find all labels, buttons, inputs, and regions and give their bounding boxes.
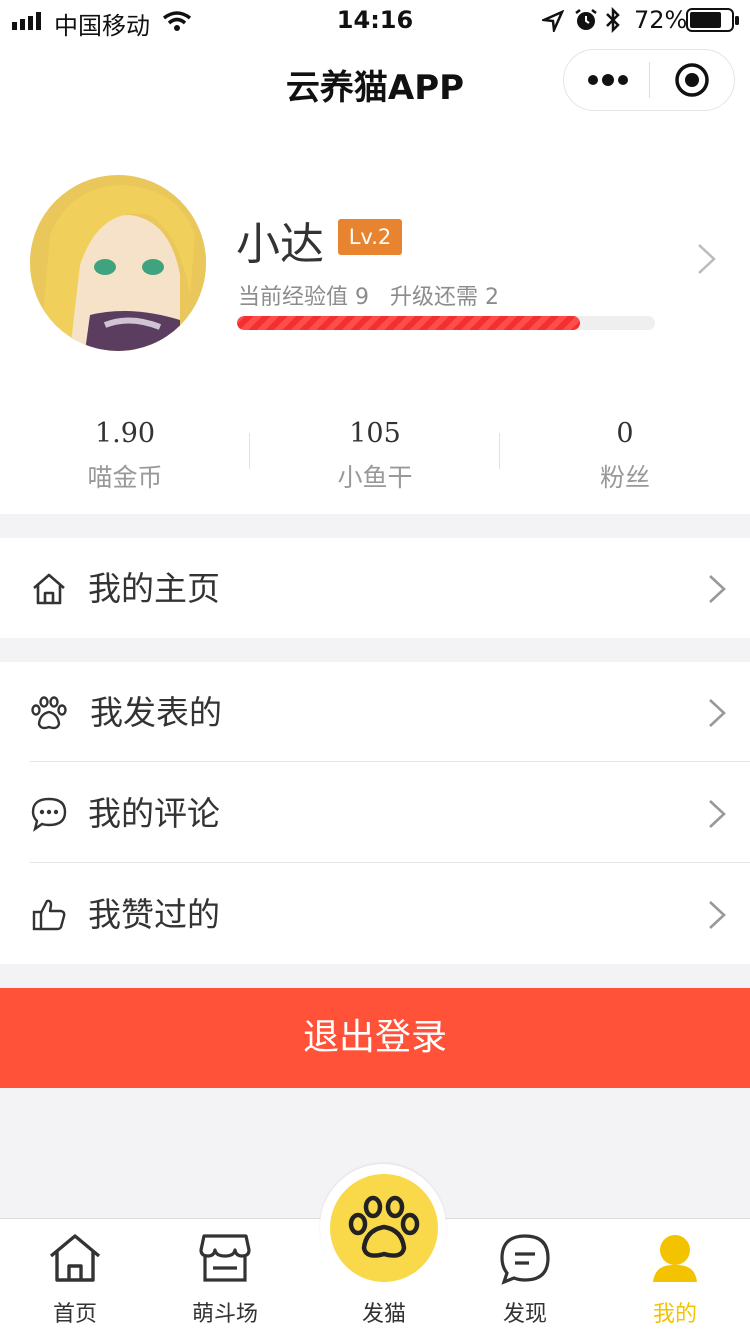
home-icon <box>49 1234 101 1282</box>
tab-post-cat-label: 发猫 <box>361 1302 406 1327</box>
chat-bubble-icon <box>31 797 67 832</box>
stat-fish-value: 105 <box>349 418 401 449</box>
thumbs-up-icon <box>32 899 66 931</box>
user-icon <box>653 1235 697 1282</box>
close-target-icon[interactable] <box>674 62 710 98</box>
home-icon <box>33 573 65 605</box>
menu-item-my-homepage[interactable]: 我的主页 <box>0 538 750 638</box>
chevron-right-icon <box>709 901 726 929</box>
capsule-divider <box>649 62 650 98</box>
level-badge: Lv.2 <box>338 219 402 255</box>
paw-icon <box>31 696 67 730</box>
tab-discover-label: 发现 <box>502 1302 547 1327</box>
chevron-right-icon <box>709 699 726 727</box>
stat-fish-label: 小鱼干 <box>337 463 413 492</box>
bluetooth-icon <box>606 6 620 34</box>
experience-progress-fill <box>237 316 580 330</box>
menu-item-my-posts[interactable]: 我发表的 <box>0 662 750 762</box>
stat-coins-value: 1.90 <box>94 418 156 449</box>
tab-arena-label: 萌斗场 <box>191 1302 258 1327</box>
logout-button[interactable]: 退出登录 <box>0 988 750 1088</box>
chevron-right-icon <box>709 800 726 828</box>
chevron-right-icon <box>709 575 726 603</box>
battery-percent: 72% <box>634 6 688 34</box>
alarm-icon <box>575 9 597 30</box>
menu-divider <box>30 862 750 863</box>
stat-fans-value: 0 <box>616 418 634 449</box>
experience-progress-bar <box>237 316 655 330</box>
menu-divider <box>30 761 750 762</box>
stat-fans-label: 粉丝 <box>599 463 650 492</box>
store-icon <box>199 1234 251 1282</box>
more-menu-icon[interactable] <box>586 70 630 90</box>
experience-text: 当前经验值 9 升级还需 2 <box>238 285 499 310</box>
paw-icon <box>348 1195 420 1258</box>
menu-label: 我赞过的 <box>88 895 220 934</box>
avatar[interactable] <box>30 175 206 351</box>
tab-mine-label: 我的 <box>652 1302 697 1327</box>
chevron-right-icon[interactable] <box>696 242 718 276</box>
battery-icon <box>686 8 739 32</box>
stat-coins-label: 喵金币 <box>87 463 163 492</box>
menu-item-my-comments[interactable]: 我的评论 <box>0 763 750 863</box>
menu-label: 我的主页 <box>88 569 220 608</box>
post-cat-button[interactable] <box>330 1174 438 1282</box>
tab-home-label: 首页 <box>52 1302 97 1327</box>
username: 小达 <box>236 219 324 270</box>
menu-label: 我发表的 <box>90 693 222 732</box>
location-arrow-icon <box>542 10 564 32</box>
menu-group-home: 我的主页 <box>0 538 750 638</box>
menu-label: 我的评论 <box>88 794 220 833</box>
message-icon <box>500 1234 550 1285</box>
menu-group-activity: 我发表的 我的评论 我赞过的 <box>0 662 750 964</box>
menu-item-my-likes[interactable]: 我赞过的 <box>0 864 750 964</box>
